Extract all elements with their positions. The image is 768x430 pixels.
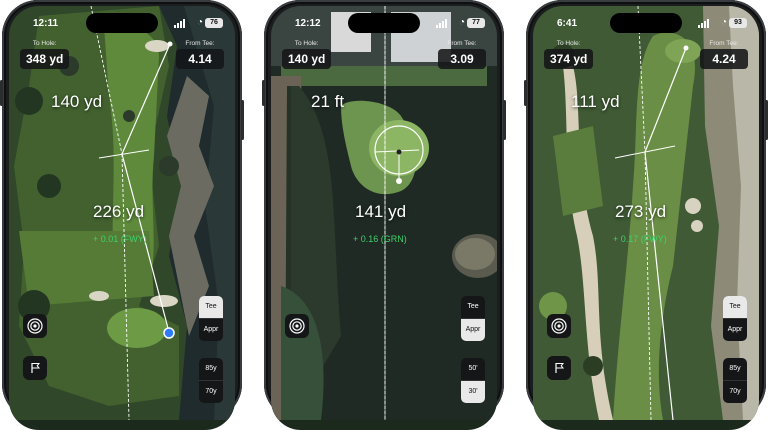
phone-2: 12:12 ◔ 77 To Hole: 140 yd From Tee: 3.0… — [262, 0, 506, 430]
from-tee-label: From Tee: — [185, 40, 215, 47]
lower-distance-label: 273 yd — [615, 202, 667, 221]
screen: 6:41 ◔ 93 To Hole: 374 yd From Tee: 4.24… — [533, 6, 759, 430]
to-hole-readout: To Hole: 140 yd — [282, 40, 332, 69]
to-hole-label: To Hole: — [294, 40, 319, 47]
lie-option-appr[interactable]: Appr — [199, 318, 223, 341]
battery-icon: 93 — [729, 18, 747, 28]
status-time: 6:41 — [557, 18, 578, 29]
dynamic-island — [610, 13, 682, 33]
wifi-icon: ◔ — [720, 17, 727, 28]
lower-distance-label: 141 yd — [355, 202, 407, 221]
to-hole-value: 374 yd — [544, 49, 594, 69]
from-tee-value: 3.09 — [438, 49, 486, 69]
target-icon — [551, 318, 567, 334]
lie-selector: Tee Appr — [461, 296, 485, 341]
from-tee-readout: From Tee: 4.24 — [700, 40, 748, 69]
distance-option-2[interactable]: 70y — [723, 380, 747, 403]
flag-button[interactable] — [547, 356, 571, 380]
location-arrow-icon — [163, 327, 175, 339]
from-tee-readout: From Tee: 4.14 — [176, 40, 224, 69]
status-time: 12:12 — [295, 18, 321, 29]
strokes-gained-label: + 0.17 (FWY) — [613, 234, 667, 244]
cellular-signal-icon — [436, 19, 447, 28]
from-tee-readout: From Tee: 3.09 — [438, 40, 486, 69]
lie-option-tee[interactable]: Tee — [461, 296, 485, 318]
phone-3: 6:41 ◔ 93 To Hole: 374 yd From Tee: 4.24… — [524, 0, 768, 430]
lie-option-tee[interactable]: Tee — [199, 296, 223, 318]
upper-distance-label: 111 yd — [571, 92, 620, 111]
distance-option-2[interactable]: 70y — [199, 380, 223, 403]
lie-option-appr[interactable]: Appr — [723, 318, 747, 341]
to-hole-value: 140 yd — [282, 49, 332, 69]
flag-icon — [31, 363, 41, 373]
upper-distance-label: 21 ft — [311, 92, 345, 111]
lie-option-appr[interactable]: Appr — [461, 318, 485, 341]
dynamic-island — [86, 13, 158, 33]
target-icon — [289, 318, 305, 334]
cellular-signal-icon — [698, 19, 709, 28]
flag-icon — [555, 363, 565, 373]
screen: 12:12 ◔ 77 To Hole: 140 yd From Tee: 3.0… — [271, 6, 497, 430]
from-tee-label: From Tee: — [447, 40, 477, 47]
to-hole-readout: To Hole: 348 yd — [20, 40, 70, 69]
from-tee-value: 4.14 — [176, 49, 224, 69]
strokes-gained-label: + 0.01 (FWY) — [93, 234, 147, 244]
status-time: 12:11 — [33, 18, 59, 29]
distance-selector: 50' 30' — [461, 358, 485, 403]
battery-icon: 76 — [205, 18, 223, 28]
phone-1: 12:11 ◔ 76 To Hole: 348 yd From Tee: 4.1… — [0, 0, 244, 430]
to-hole-label: To Hole: — [556, 40, 581, 47]
dynamic-island — [348, 13, 420, 33]
screen: 12:11 ◔ 76 To Hole: 348 yd From Tee: 4.1… — [9, 6, 235, 430]
wifi-icon: ◔ — [458, 17, 465, 28]
upper-distance-label: 140 yd — [51, 92, 103, 111]
distance-option-2[interactable]: 30' — [461, 380, 485, 403]
lie-selector: Tee Appr — [199, 296, 223, 341]
target-icon — [27, 318, 43, 334]
lie-selector: Tee Appr — [723, 296, 747, 341]
lie-option-tee[interactable]: Tee — [723, 296, 747, 318]
lower-distance-label: 226 yd — [93, 202, 145, 221]
target-button[interactable] — [547, 314, 571, 338]
battery-icon: 77 — [467, 18, 485, 28]
cellular-signal-icon — [174, 19, 185, 28]
from-tee-label: From Tee: — [709, 40, 739, 47]
target-button[interactable] — [23, 314, 47, 338]
flag-button[interactable] — [23, 356, 47, 380]
distance-selector: 85y 70y — [723, 358, 747, 403]
to-hole-label: To Hole: — [32, 40, 57, 47]
distance-selector: 85y 70y — [199, 358, 223, 403]
wifi-icon: ◔ — [196, 17, 203, 28]
distance-option-1[interactable]: 85y — [723, 358, 747, 380]
to-hole-readout: To Hole: 374 yd — [544, 40, 594, 69]
target-button[interactable] — [285, 314, 309, 338]
strokes-gained-label: + 0.16 (GRN) — [353, 234, 407, 244]
from-tee-value: 4.24 — [700, 49, 748, 69]
distance-option-1[interactable]: 50' — [461, 358, 485, 380]
distance-option-1[interactable]: 85y — [199, 358, 223, 380]
to-hole-value: 348 yd — [20, 49, 70, 69]
